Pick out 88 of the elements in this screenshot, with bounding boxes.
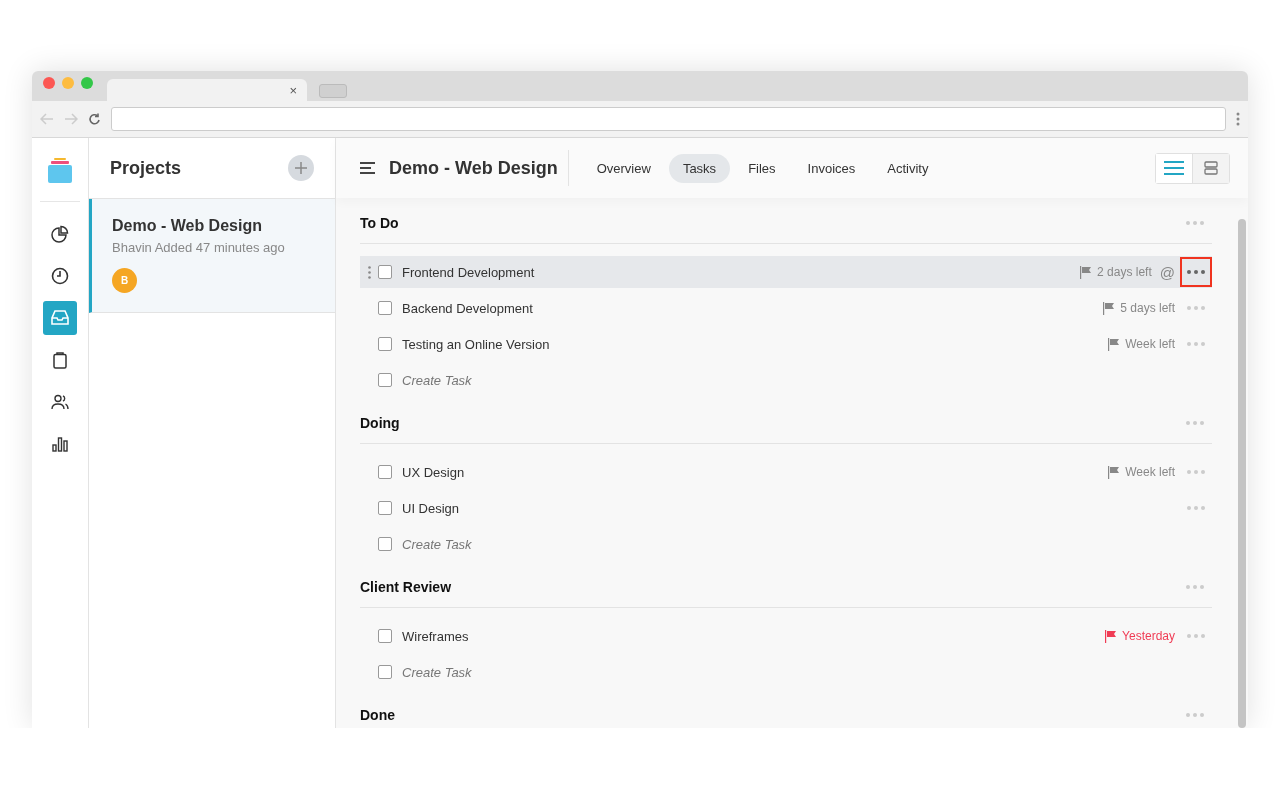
due-date: 5 days left bbox=[1103, 301, 1175, 315]
panel-title: Projects bbox=[110, 157, 182, 179]
section-title: Done bbox=[360, 707, 395, 723]
section-menu-button[interactable] bbox=[1186, 221, 1204, 225]
create-task-link[interactable]: Create Task bbox=[402, 536, 1212, 552]
checkbox[interactable] bbox=[378, 537, 392, 551]
more-icon bbox=[1186, 585, 1204, 589]
task-name: Wireframes bbox=[402, 628, 470, 644]
checkbox[interactable] bbox=[378, 301, 392, 315]
more-icon bbox=[1187, 470, 1205, 474]
nav-tab[interactable]: Files bbox=[734, 153, 790, 183]
due-date: Yesterday bbox=[1105, 629, 1175, 643]
flag-icon bbox=[1108, 337, 1120, 351]
checkbox[interactable] bbox=[378, 265, 392, 279]
flag-icon bbox=[1103, 301, 1115, 315]
section-title: Client Review bbox=[360, 579, 452, 595]
task-menu-button[interactable] bbox=[1180, 257, 1212, 287]
board-view-icon bbox=[1204, 161, 1218, 175]
task-row[interactable]: Wireframes Yesterday bbox=[360, 620, 1212, 652]
browser-tab[interactable]: × bbox=[107, 79, 307, 101]
clipboard-icon bbox=[53, 351, 67, 369]
more-icon bbox=[1186, 221, 1204, 225]
create-task-link[interactable]: Create Task bbox=[402, 372, 1212, 388]
section-menu-button[interactable] bbox=[1186, 421, 1204, 425]
task-row[interactable]: Testing an Online Version Week left bbox=[360, 328, 1212, 360]
nav-tab[interactable]: Tasks bbox=[668, 153, 731, 183]
task-name: Testing an Online Version bbox=[402, 336, 551, 352]
task-name: Backend Development bbox=[402, 300, 534, 316]
forward-icon[interactable] bbox=[64, 113, 78, 125]
inbox-icon bbox=[51, 310, 69, 326]
project-name: Demo - Web Design bbox=[112, 217, 262, 235]
section-title: Doing bbox=[360, 415, 400, 431]
checkbox[interactable] bbox=[378, 501, 392, 515]
task-row[interactable]: Frontend Development 2 days left @ bbox=[360, 256, 1212, 288]
back-icon[interactable] bbox=[40, 113, 54, 125]
list-view-icon bbox=[1164, 161, 1184, 175]
section-title: To Do bbox=[360, 215, 399, 231]
view-toggle-button[interactable] bbox=[1192, 153, 1229, 183]
more-icon bbox=[1186, 421, 1204, 425]
avatar: B bbox=[112, 268, 137, 293]
add-project-button[interactable] bbox=[288, 155, 314, 181]
section-menu-button[interactable] bbox=[1186, 585, 1204, 589]
bar-chart-icon bbox=[52, 436, 68, 452]
drag-handle-icon[interactable] bbox=[368, 266, 371, 279]
checkbox[interactable] bbox=[378, 465, 392, 479]
scrollbar[interactable] bbox=[1238, 219, 1246, 728]
close-window-button[interactable] bbox=[43, 77, 55, 89]
nav-tab[interactable]: Activity bbox=[873, 153, 943, 183]
checkbox[interactable] bbox=[378, 629, 392, 643]
checkbox[interactable] bbox=[378, 665, 392, 679]
more-icon bbox=[1187, 306, 1205, 310]
address-field[interactable] bbox=[111, 107, 1226, 131]
view-toggle-button[interactable] bbox=[1156, 153, 1192, 183]
project-card[interactable]: Demo - Web Design Bhavin Added 47 minutes ago B bbox=[89, 199, 335, 313]
due-date: Week left bbox=[1108, 337, 1175, 351]
clock-icon bbox=[51, 267, 69, 285]
flag-icon bbox=[1108, 465, 1120, 479]
menu-icon[interactable] bbox=[360, 162, 375, 174]
more-icon bbox=[1187, 634, 1205, 638]
flag-icon bbox=[1105, 629, 1117, 643]
task-name: Frontend Development bbox=[402, 264, 536, 280]
more-icon bbox=[1186, 713, 1204, 717]
people-icon bbox=[51, 394, 69, 410]
reload-icon[interactable] bbox=[88, 112, 101, 126]
nav-tab[interactable]: Overview bbox=[582, 153, 665, 183]
due-date: Week left bbox=[1108, 465, 1175, 479]
create-task-link[interactable]: Create Task bbox=[402, 664, 1212, 680]
task-name: UX Design bbox=[402, 464, 466, 480]
task-row[interactable]: Backend Development 5 days left bbox=[360, 292, 1212, 324]
flag-icon bbox=[1080, 265, 1092, 279]
nav-tab[interactable]: Invoices bbox=[793, 153, 870, 183]
task-name: UI Design bbox=[402, 500, 461, 516]
pie-chart-icon bbox=[51, 225, 69, 243]
logo-icon bbox=[48, 156, 72, 183]
plus-icon bbox=[295, 162, 307, 174]
more-icon bbox=[1187, 270, 1205, 274]
project-meta: Bhavin Added 47 minutes ago bbox=[112, 240, 285, 255]
section-menu-button[interactable] bbox=[1186, 713, 1204, 717]
task-row[interactable]: UX Design Week left bbox=[360, 456, 1212, 488]
zoom-window-button[interactable] bbox=[81, 77, 93, 89]
project-title: Demo - Web Design bbox=[389, 150, 569, 186]
task-row[interactable]: UI Design bbox=[360, 492, 1212, 524]
due-date: 2 days left bbox=[1080, 265, 1152, 279]
checkbox[interactable] bbox=[378, 373, 392, 387]
tab-close-button[interactable]: × bbox=[289, 82, 297, 98]
checkbox[interactable] bbox=[378, 337, 392, 351]
more-icon bbox=[1187, 506, 1205, 510]
more-icon bbox=[1187, 342, 1205, 346]
